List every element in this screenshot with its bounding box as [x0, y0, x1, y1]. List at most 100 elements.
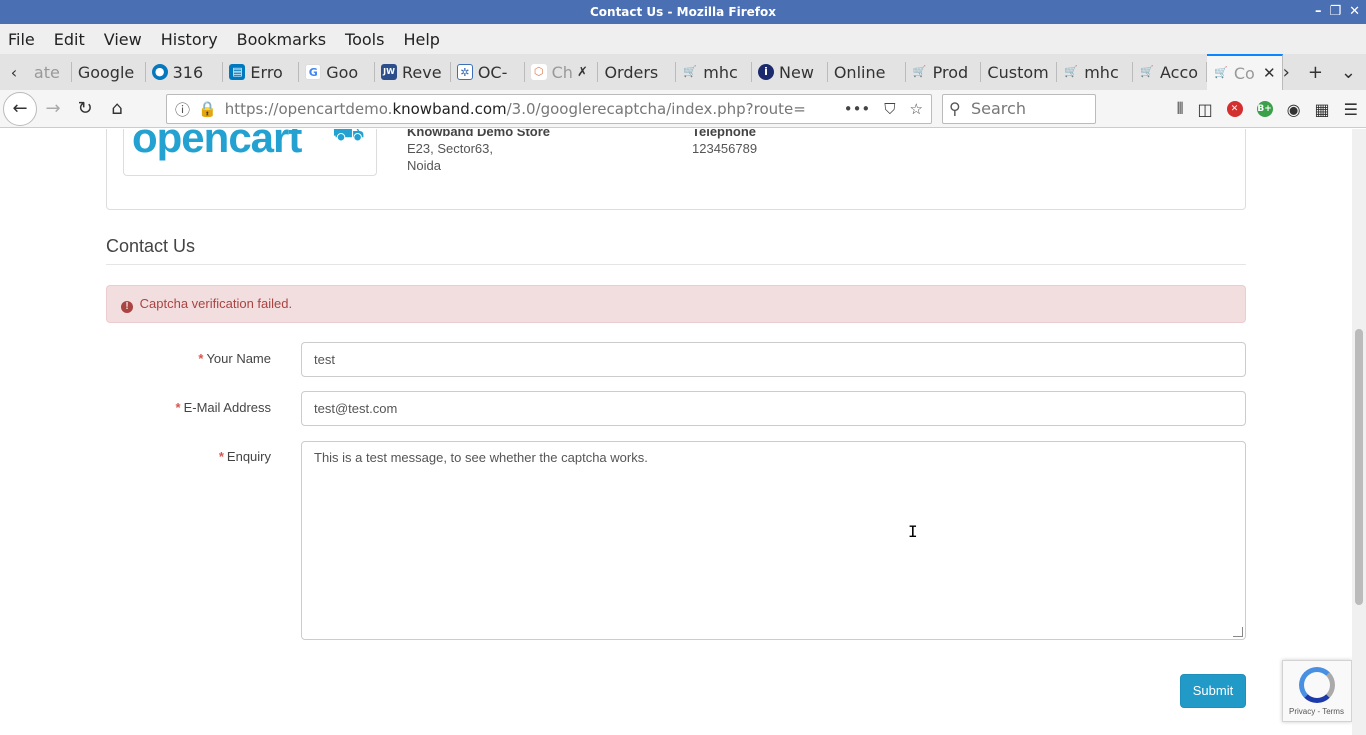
tab-label: Custom: [987, 62, 1049, 82]
navigation-bar: ← → ↻ ⌂ ⓘ 🔒 https://opencartdemo.knowban…: [0, 90, 1366, 128]
cart-logo-icon: ⛟: [332, 129, 365, 146]
tab[interactable]: 🛒 Prod: [906, 62, 982, 82]
tab[interactable]: ✲ OC-: [451, 62, 525, 82]
tab[interactable]: 🛒 Acco: [1133, 62, 1207, 82]
maximize-icon[interactable]: ❐: [1329, 0, 1341, 24]
tab[interactable]: Online: [828, 62, 906, 82]
tab-active[interactable]: 🛒 Co ✕: [1206, 54, 1283, 90]
cart-icon: 🛒: [1140, 65, 1154, 78]
sidebar-icon[interactable]: ◫: [1197, 100, 1212, 119]
cart-icon: 🛒: [912, 65, 927, 78]
tab[interactable]: ▤ Erro: [223, 62, 300, 82]
tab[interactable]: ate: [28, 62, 72, 82]
email-field[interactable]: test@test.com: [301, 391, 1246, 426]
tab[interactable]: ● 316: [146, 62, 224, 82]
scrollbar-thumb[interactable]: [1355, 329, 1363, 605]
label-text: E-Mail Address: [183, 400, 271, 415]
cart-icon: 🛒: [1064, 65, 1079, 78]
search-input[interactable]: ⚲ Search: [942, 94, 1096, 124]
tab-label: New: [779, 62, 814, 82]
required-mark: *: [175, 400, 181, 415]
tab[interactable]: ⬡ Ch ✗: [525, 62, 599, 82]
name-field[interactable]: test: [301, 342, 1246, 377]
library-icon[interactable]: ⫴: [1177, 99, 1184, 119]
tab-label: Google: [77, 62, 135, 82]
url-text[interactable]: https://opencartdemo.knowband.com/3.0/go…: [225, 100, 825, 118]
hamburger-menu-icon[interactable]: ☰: [1344, 100, 1358, 119]
exclamation-icon: !: [121, 301, 133, 313]
url-bar[interactable]: ⓘ 🔒 https://opencartdemo.knowband.com/3.…: [166, 94, 932, 124]
menu-help[interactable]: Help: [403, 30, 439, 49]
tab[interactable]: JW Reve: [375, 62, 451, 82]
lock-icon: 🔒: [198, 100, 217, 118]
recaptcha-badge[interactable]: Privacy - Terms: [1282, 660, 1352, 722]
menu-view[interactable]: View: [104, 30, 142, 49]
menu-history[interactable]: History: [161, 30, 218, 49]
new-tab-icon[interactable]: +: [1308, 62, 1323, 83]
url-actions: ••• ⛉ ☆: [844, 100, 923, 118]
store-logo[interactable]: opencart ⛟: [123, 129, 377, 176]
window-title: Contact Us - Mozilla Firefox: [589, 5, 777, 19]
scroll-tabs-left-icon[interactable]: ‹: [0, 54, 28, 90]
field-value: test@test.com: [314, 401, 398, 416]
search-placeholder: Search: [971, 99, 1026, 118]
home-icon[interactable]: ⌂: [101, 98, 133, 119]
recaptcha-footer[interactable]: Privacy - Terms: [1289, 707, 1344, 716]
tab[interactable]: 🛒 mhc: [676, 62, 753, 82]
menu-file[interactable]: File: [8, 30, 35, 49]
drupal-icon: ●: [151, 64, 168, 80]
tab-label: mhc: [1084, 62, 1119, 82]
account-icon[interactable]: ◉: [1287, 100, 1301, 119]
jira-icon: ✲: [456, 64, 473, 80]
scroll-tabs-right-icon[interactable]: ›: [1283, 62, 1290, 83]
menu-edit[interactable]: Edit: [54, 30, 85, 49]
reload-icon[interactable]: ↻: [69, 98, 101, 119]
blocker-extension-icon[interactable]: ✕: [1226, 101, 1243, 117]
extensions-icon[interactable]: ▦: [1315, 100, 1330, 119]
menu-bookmarks[interactable]: Bookmarks: [237, 30, 326, 49]
error-alert: ! Captcha verification failed.: [106, 285, 1246, 323]
grade-extension-icon[interactable]: B+: [1256, 101, 1273, 117]
search-icon: ⚲: [949, 99, 961, 118]
store-phone: Telephone 123456789: [692, 129, 757, 157]
tab-label: Prod: [932, 62, 969, 82]
page-scrollbar[interactable]: [1352, 129, 1366, 735]
forward-icon[interactable]: →: [37, 98, 69, 119]
window-titlebar: Contact Us - Mozilla Firefox – ❐ ✕: [0, 0, 1366, 24]
tab[interactable]: Google: [72, 62, 146, 82]
info-icon: i: [758, 64, 775, 80]
tab-label: mhc: [703, 62, 738, 82]
tab[interactable]: Orders: [598, 62, 677, 82]
tab-label: Co: [1233, 63, 1255, 83]
bookmark-star-icon[interactable]: ☆: [910, 100, 923, 118]
submit-button[interactable]: Submit: [1180, 674, 1246, 708]
tab[interactable]: 🛒 mhc: [1057, 62, 1134, 82]
close-tab-icon[interactable]: ✕: [1263, 64, 1276, 82]
email-label: * E-Mail Address: [71, 400, 271, 415]
tab[interactable]: i New: [752, 62, 828, 82]
pocket-icon[interactable]: ⛉: [884, 100, 895, 118]
trello-icon: ▤: [229, 64, 246, 80]
tab-label: Ch: [551, 62, 573, 82]
list-tabs-icon[interactable]: ⌄: [1341, 62, 1356, 83]
tab[interactable]: Custom: [981, 62, 1058, 82]
recaptcha-icon: [1299, 667, 1335, 703]
close-window-icon[interactable]: ✕: [1349, 0, 1360, 24]
label-text: Enquiry: [226, 449, 271, 464]
site-info-icon[interactable]: ⓘ: [175, 99, 190, 120]
phone-number: 123456789: [692, 141, 758, 156]
mute-icon[interactable]: ✗: [577, 65, 588, 80]
resize-handle-icon[interactable]: [1233, 627, 1243, 637]
menu-tools[interactable]: Tools: [345, 30, 384, 49]
tab-label: Online: [833, 62, 886, 82]
page-actions-icon[interactable]: •••: [844, 100, 871, 118]
required-mark: *: [198, 351, 204, 366]
url-prefix: https://opencartdemo.: [224, 100, 393, 118]
tab[interactable]: G Goo: [299, 62, 376, 82]
field-value: test: [314, 352, 335, 367]
alert-text: Captcha verification failed.: [139, 296, 293, 311]
minimize-icon[interactable]: –: [1315, 0, 1322, 24]
back-icon[interactable]: ←: [3, 91, 37, 126]
phone-heading: Telephone: [692, 129, 757, 139]
enquiry-textarea[interactable]: This is a test message, to see whether t…: [301, 441, 1246, 640]
